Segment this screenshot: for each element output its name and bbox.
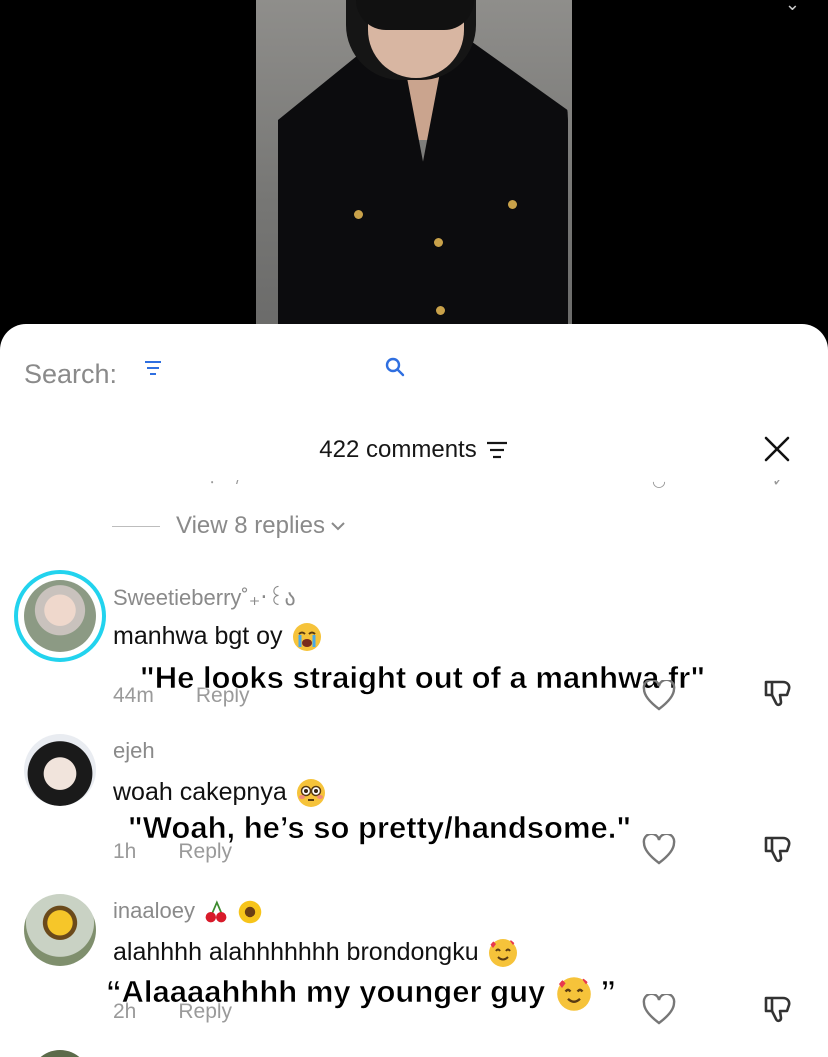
comment-username[interactable]: inaaloey [113, 898, 263, 925]
smiling-face-with-hearts-icon [557, 975, 591, 1011]
view-replies-label: View 8 replies [176, 512, 325, 539]
translation-caption: “Alaaaahhhh my younger guy ” [106, 974, 616, 1012]
avatar[interactable] [30, 1050, 90, 1057]
heart-icon[interactable] [642, 994, 676, 1026]
avatar[interactable] [24, 734, 96, 806]
translation-caption: "He looks straight out of a manhwa fr" [140, 660, 706, 696]
dislike-icon[interactable] [762, 676, 796, 710]
comment-username[interactable]: Sweetieberry˚₊‧꒰ა [113, 582, 296, 611]
heart-icon[interactable] [642, 834, 676, 866]
flushed-face-icon [296, 779, 325, 808]
smiling-face-with-hearts-icon [488, 938, 517, 968]
comments-header: 422 comments [0, 430, 828, 470]
dislike-icon[interactable] [762, 832, 796, 866]
avatar[interactable] [24, 580, 96, 652]
clipped-previous-row: ⸱ / ◡ ✓ [210, 480, 786, 492]
comment-text: manhwa bgt oy [113, 622, 322, 652]
sunflower-icon [238, 900, 262, 924]
chevron-down-icon [331, 522, 345, 531]
translation-caption: "Woah, he’s so pretty/handsome." [128, 810, 632, 846]
sort-icon[interactable] [485, 440, 509, 460]
dislike-icon[interactable] [762, 992, 796, 1026]
video-player[interactable]: ⌄ [0, 0, 828, 340]
divider [112, 525, 160, 527]
comment-text: alahhhh alahhhhhhh brondongku [113, 938, 518, 968]
close-icon[interactable] [762, 434, 792, 464]
comment-username[interactable]: ejeh [113, 738, 155, 764]
search-bar[interactable]: Search: [24, 354, 117, 394]
avatar[interactable] [24, 894, 96, 966]
heart-icon[interactable] [642, 680, 676, 712]
view-replies-button[interactable]: View 8 replies [112, 512, 347, 540]
search-icon[interactable] [384, 356, 406, 378]
loudly-crying-face-icon [292, 623, 321, 652]
comment-text: woah cakepnya [113, 778, 326, 808]
comments-sheet: Search: 422 comments ⸱ / ◡ [0, 324, 828, 1057]
filter-icon[interactable] [142, 358, 164, 380]
video-frame [256, 0, 572, 340]
comment-count: 422 comments [319, 436, 477, 463]
cherries-icon [205, 900, 227, 923]
search-label: Search: [24, 358, 118, 389]
more-icon[interactable]: ⌄ [785, 0, 800, 15]
